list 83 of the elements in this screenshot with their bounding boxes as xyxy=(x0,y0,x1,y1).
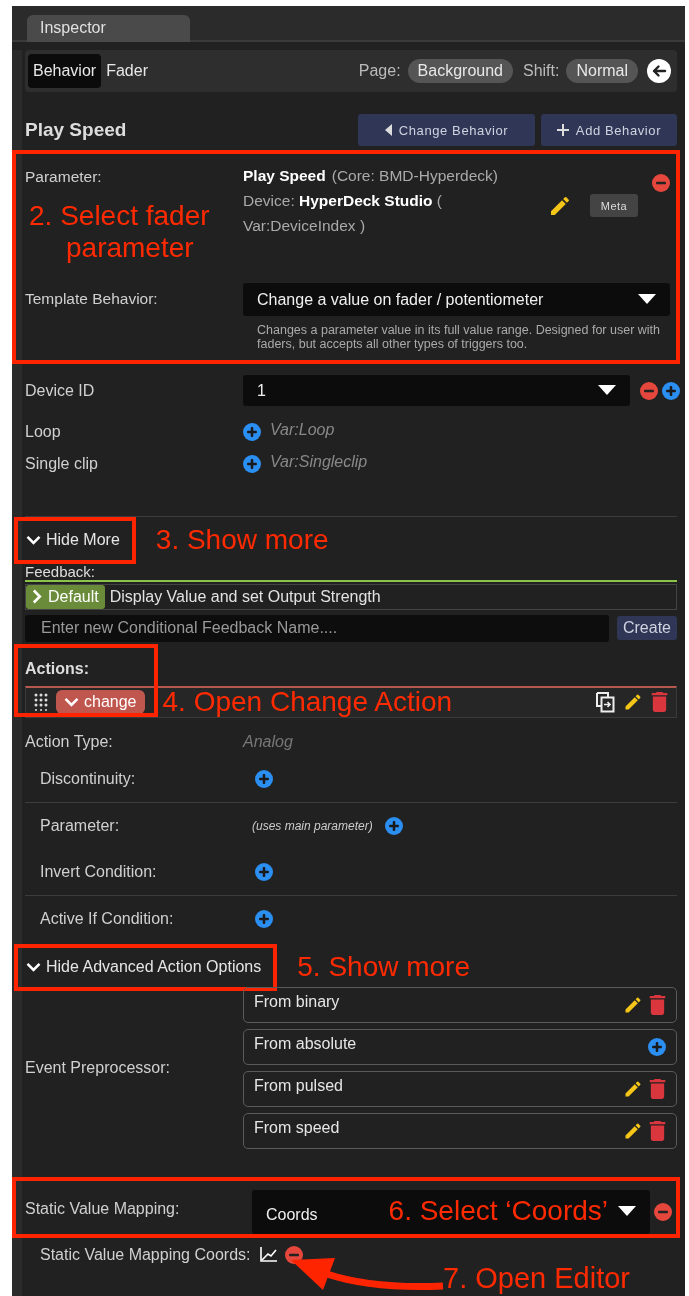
option-label: Invert Condition: xyxy=(40,862,158,881)
meta-button[interactable]: Meta xyxy=(590,194,638,217)
add-icon[interactable] xyxy=(662,381,680,400)
field-label: Template Behavior: xyxy=(25,290,159,308)
remove-icon[interactable] xyxy=(640,381,658,400)
toggle-button[interactable]: Hide Advanced Action Options xyxy=(14,943,278,991)
chevron-down-icon[interactable] xyxy=(26,535,41,545)
add-behavior-button[interactable]: Add Behavior xyxy=(541,114,677,146)
preprocessor-item[interactable]: From absolute xyxy=(243,1028,677,1065)
tab[interactable]: Behavior xyxy=(28,54,102,88)
remove-icon[interactable] xyxy=(654,1202,672,1221)
template-description: Changes a parameter value in its full value range. Designed for user with faders, but accepts all other types of triggers too. xyxy=(256,322,661,352)
caret-down-icon xyxy=(598,385,616,396)
behavior-title: Play Speed xyxy=(25,119,128,141)
preprocessor-item[interactable]: From pulsed xyxy=(243,1070,677,1107)
setting-label: Single clip xyxy=(25,454,99,473)
option-hint: (uses main parameter) xyxy=(252,818,373,833)
trash-icon[interactable] xyxy=(649,994,666,1015)
create-button[interactable]: Create xyxy=(616,616,677,640)
field-label: Event Preprocessor: xyxy=(25,1058,171,1077)
mapping-dropdown[interactable]: Coords 6. Select ‘Coords’ xyxy=(252,1189,650,1234)
preprocessor-item[interactable]: From binary xyxy=(243,986,677,1023)
feedback-badge[interactable]: Default xyxy=(26,584,105,609)
pencil-icon[interactable] xyxy=(623,692,643,712)
trash-icon[interactable] xyxy=(651,692,668,712)
device-text: Device: HyperDeck Studio ( Var:DeviceIndex ) xyxy=(243,190,443,236)
variable-value: Var:Singleclip xyxy=(270,452,368,471)
add-icon[interactable] xyxy=(243,422,261,441)
drag-handle-icon[interactable] xyxy=(34,693,48,711)
tab[interactable]: Fader xyxy=(101,54,153,88)
shift-selector[interactable]: Normal xyxy=(566,59,638,83)
caret-down-icon xyxy=(638,294,656,305)
copy-icon[interactable] xyxy=(595,691,615,713)
setting-label: Loop xyxy=(25,422,62,441)
feedback-description: Display Value and set Output Strength xyxy=(109,587,381,606)
template-dropdown[interactable]: Change a value on fader / potentiometer xyxy=(243,283,670,316)
parameter-name: Play Speed xyxy=(243,167,326,184)
trash-icon[interactable] xyxy=(649,1078,666,1099)
plus-icon xyxy=(556,124,569,136)
preprocessor-item[interactable]: From speed xyxy=(243,1112,677,1149)
add-icon[interactable] xyxy=(255,769,273,788)
trash-icon[interactable] xyxy=(649,1120,666,1141)
pencil-icon[interactable] xyxy=(548,194,572,218)
add-icon[interactable] xyxy=(384,816,403,835)
parameter-source: (Core: BMD-Hyperdeck) xyxy=(331,167,498,184)
annotation-text: 3. Show more xyxy=(155,523,329,557)
annotation-text: 5. Show more xyxy=(297,950,470,984)
add-icon[interactable] xyxy=(243,454,261,473)
device-dropdown[interactable]: 1 xyxy=(243,375,630,406)
add-icon[interactable] xyxy=(255,909,273,928)
setting-label: Device ID xyxy=(25,381,96,400)
add-icon[interactable] xyxy=(648,1037,666,1056)
caret-down-icon xyxy=(618,1206,636,1217)
field-label: Static Value Mapping Coords: xyxy=(40,1245,251,1264)
change-behavior-button[interactable]: Change Behavior xyxy=(358,114,535,146)
caret-left-icon xyxy=(384,124,392,136)
annotation-text: 7. Open Editor xyxy=(443,1261,630,1295)
annotation-text: 2. Select fader parameter xyxy=(29,200,211,265)
feedback-name-field[interactable]: Enter new Conditional Feedback Name.... xyxy=(25,614,609,642)
field-label: Static Value Mapping: xyxy=(25,1200,181,1218)
field-label: Action Type: xyxy=(25,732,114,751)
toggle-button[interactable]: Hide More xyxy=(14,516,136,564)
remove-icon[interactable] xyxy=(652,174,670,192)
annotation-text: 4. Open Change Action xyxy=(162,685,454,719)
annotation-text: 6. Select ‘Coords’ xyxy=(388,1195,608,1228)
option-label: Discontinuity: xyxy=(40,769,137,788)
action-type-value: Analog xyxy=(243,732,294,751)
panel-tab[interactable]: Inspector xyxy=(27,15,190,42)
option-label: Active If Condition: xyxy=(40,909,175,928)
variable-value: Var:Loop xyxy=(270,420,335,439)
field-label: Parameter: xyxy=(25,168,103,186)
shift-label: Shift: xyxy=(522,62,560,80)
chevron-right-icon[interactable] xyxy=(32,589,42,604)
page-selector[interactable]: Background xyxy=(407,59,513,83)
option-label: Parameter: xyxy=(40,816,121,835)
section-label: Actions: xyxy=(25,659,90,679)
graph-editor-icon[interactable] xyxy=(260,1247,278,1262)
action-badge[interactable]: change xyxy=(56,690,145,714)
page-label: Page: xyxy=(358,62,401,80)
add-icon[interactable] xyxy=(255,862,273,881)
section-label: Feedback: xyxy=(25,563,97,580)
chevron-down-icon[interactable] xyxy=(26,962,41,972)
remove-icon[interactable] xyxy=(285,1245,304,1264)
